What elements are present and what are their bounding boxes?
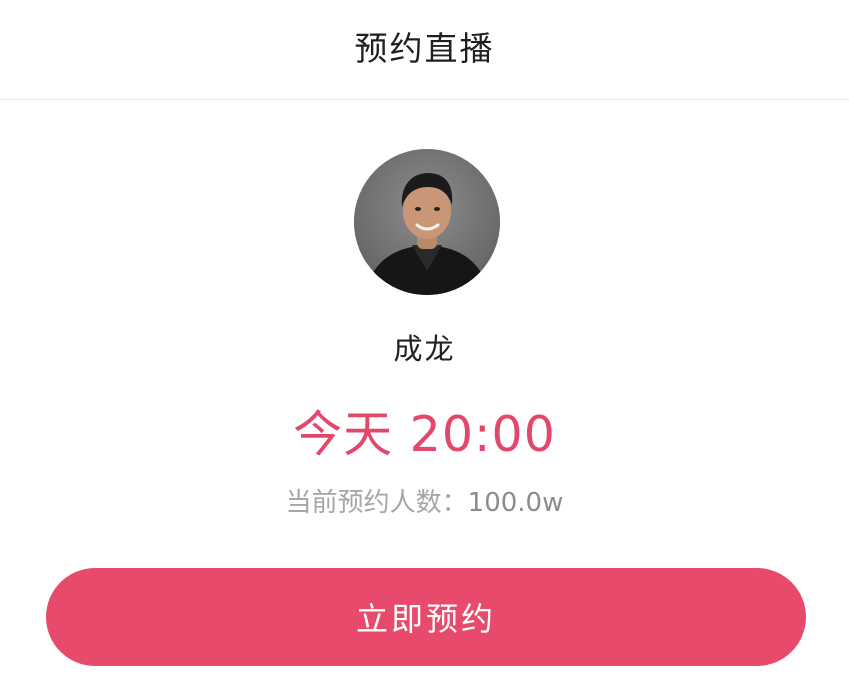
sheet-title: 预约直播 [354,28,495,68]
live-start-time: 今天 20:00 [293,406,556,463]
reserve-now-label: 立即预约 [355,600,496,638]
live-reservation-sheet: 预约直播 成龙 今天 20:00 当前预约人数：100.0w 立即预约 [0,0,849,675]
reservation-count-label: 当前预约人数： [285,488,468,518]
reservation-count-line: 当前预约人数：100.0w [0,482,849,519]
reservation-count-value: 100.0w [467,488,564,518]
sheet-header: 预约直播 [0,0,849,100]
host-portrait-avatar [354,149,500,295]
reserve-now-button[interactable]: 立即预约 [46,568,806,666]
host-avatar [354,149,500,295]
host-name: 成龙 [393,332,456,366]
